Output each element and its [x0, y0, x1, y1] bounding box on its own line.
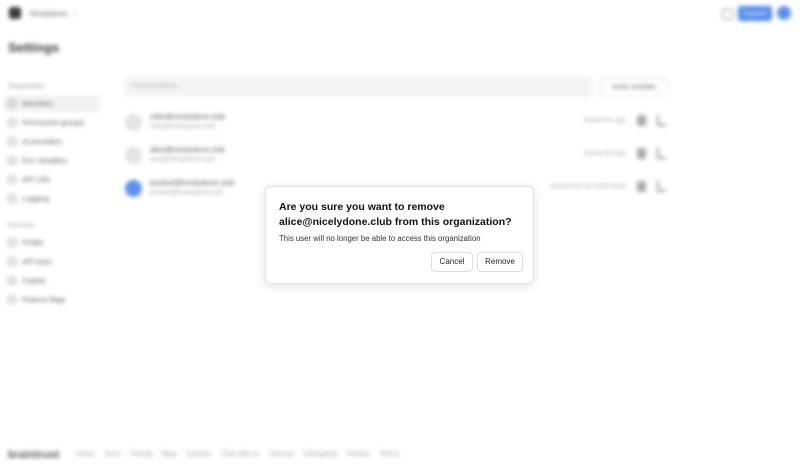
dialog-description: This user will no longer be able to acce… — [279, 234, 481, 243]
remove-button[interactable]: Remove — [477, 252, 523, 272]
remove-member-dialog: Are you sure you want to remove alice@ni… — [265, 186, 534, 284]
dialog-title: Are you sure you want to remove alice@ni… — [279, 201, 512, 228]
cancel-button[interactable]: Cancel — [431, 252, 473, 272]
